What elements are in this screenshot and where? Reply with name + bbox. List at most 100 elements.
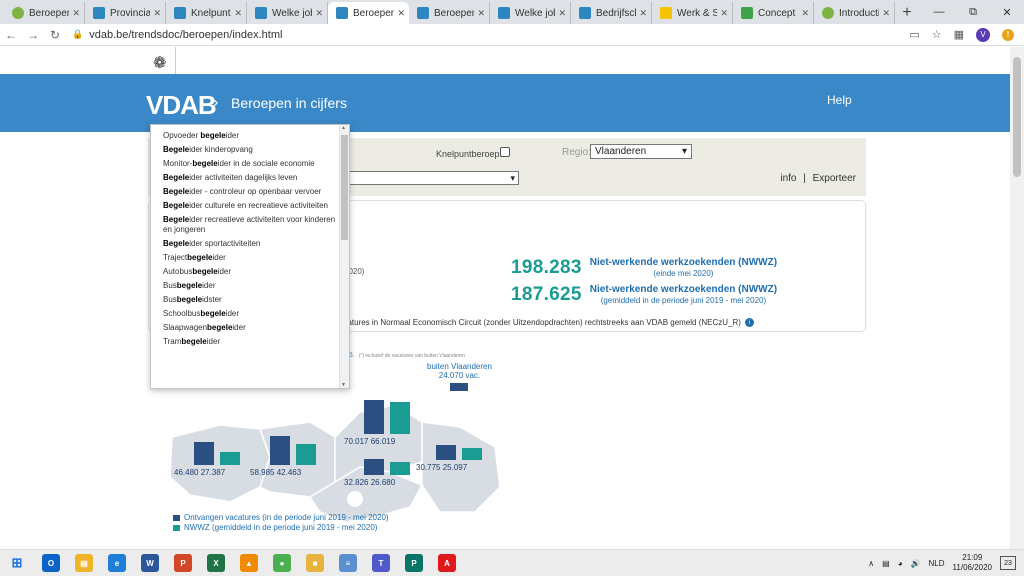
word-icon[interactable]: W xyxy=(141,554,159,572)
bar-nwwz[interactable] xyxy=(220,452,240,465)
export-link[interactable]: Exporteer xyxy=(813,173,856,184)
browser-tab[interactable]: Welke job ✕ xyxy=(247,2,328,24)
browser-tab[interactable]: Bedrijfsclu ✕ xyxy=(571,2,652,24)
forward-icon[interactable]: → xyxy=(22,28,44,42)
autocomplete-item[interactable]: Begeleider recreatieve activiteiten voor… xyxy=(151,215,349,235)
bar-nwwz[interactable] xyxy=(390,402,410,434)
back-icon[interactable]: ← xyxy=(0,28,22,42)
powerpoint-icon[interactable]: P xyxy=(174,554,192,572)
bar-nwwz[interactable] xyxy=(462,448,482,460)
network-icon[interactable]: ▤ xyxy=(882,559,890,568)
acrobat-icon[interactable]: A xyxy=(438,554,456,572)
bar-vacatures[interactable] xyxy=(436,445,456,460)
autocomplete-item[interactable]: Trajectbegeleider xyxy=(151,253,349,263)
scrollbar-thumb[interactable] xyxy=(1013,57,1021,177)
scroll-up-icon[interactable]: ▲ xyxy=(341,125,346,131)
secondary-select[interactable]: ▾ xyxy=(348,171,519,185)
tab-close-icon[interactable]: ✕ xyxy=(882,8,890,19)
map-region-brussels[interactable] xyxy=(347,491,363,507)
bar-nwwz[interactable] xyxy=(296,444,316,465)
autocomplete-item[interactable]: Busbegeleidster xyxy=(151,295,349,305)
tab-close-icon[interactable]: ✕ xyxy=(477,8,485,19)
tab-close-icon[interactable]: ✕ xyxy=(72,8,80,19)
browser-tab[interactable]: Knelpuntbe ✕ xyxy=(166,2,247,24)
restore-icon[interactable]: ⧉ xyxy=(956,0,990,24)
autocomplete-item[interactable]: Schoolbusbegeleider xyxy=(151,309,349,319)
new-tab-button[interactable]: + xyxy=(895,2,919,24)
dropdown-scrollbar-thumb[interactable] xyxy=(341,135,348,240)
url-field[interactable]: 🔒 vdab.be/trendsdoc/beroepen/index.html xyxy=(72,29,909,41)
bar-vacatures[interactable] xyxy=(270,436,290,465)
chrome-icon[interactable]: ● xyxy=(273,554,291,572)
bar-nwwz[interactable] xyxy=(390,462,410,475)
autocomplete-item[interactable]: Trambegeleider xyxy=(151,337,349,347)
vdab-logo[interactable]: VDAB xyxy=(146,90,217,121)
tab-close-icon[interactable]: ✕ xyxy=(720,8,728,19)
bar-buiten-vlaanderen[interactable] xyxy=(450,383,468,391)
autocomplete-item[interactable]: Begeleider activiteiten dagelijks leven xyxy=(151,173,349,183)
page-title[interactable]: Beroepen in cijfers xyxy=(231,95,347,111)
minimize-icon[interactable]: — xyxy=(922,0,956,24)
file-explorer-icon[interactable]: ▤ xyxy=(75,554,93,572)
browser-tab[interactable]: Werk & So ✕ xyxy=(652,2,733,24)
tab-close-icon[interactable]: ✕ xyxy=(558,8,566,19)
reload-icon[interactable]: ↻ xyxy=(44,28,66,42)
extension-icon[interactable]: ▦ xyxy=(954,28,964,41)
volume-icon[interactable]: 🔊 xyxy=(911,559,921,568)
tab-close-icon[interactable]: ✕ xyxy=(234,8,242,19)
clock[interactable]: 21:09 11/06/2020 xyxy=(953,553,992,573)
knelpunt-checkbox[interactable] xyxy=(500,147,510,157)
tab-close-icon[interactable]: ✕ xyxy=(315,8,323,19)
excel-icon[interactable]: X xyxy=(207,554,225,572)
browser-tab[interactable]: Concept N ✕ xyxy=(733,2,814,24)
bar-vacatures[interactable] xyxy=(364,459,384,475)
folder-icon[interactable]: ■ xyxy=(306,554,324,572)
autocomplete-item[interactable]: Begeleider sportactiviteiten xyxy=(151,239,349,249)
autocomplete-item[interactable]: Autobusbegeleider xyxy=(151,267,349,277)
scroll-down-icon[interactable]: ▼ xyxy=(341,382,346,388)
tab-close-icon[interactable]: ✕ xyxy=(153,8,161,19)
tab-close-icon[interactable]: ✕ xyxy=(639,8,647,19)
autocomplete-item[interactable]: Busbegeleider xyxy=(151,281,349,291)
cast-icon[interactable]: ▭ xyxy=(909,28,919,41)
autocomplete-item[interactable]: Opvoeder begeleider xyxy=(151,131,349,141)
tab-close-icon[interactable]: ✕ xyxy=(397,8,405,19)
outlook-icon[interactable]: O xyxy=(42,554,60,572)
update-alert-icon[interactable]: ! xyxy=(1002,28,1014,41)
autocomplete-item[interactable]: Begeleider kinderopvang xyxy=(151,145,349,155)
autocomplete-item[interactable]: Slaapwagenbegeleider xyxy=(151,323,349,333)
publisher-icon[interactable]: P xyxy=(405,554,423,572)
notepad-icon[interactable]: ≡ xyxy=(339,554,357,572)
close-icon[interactable]: ✕ xyxy=(990,0,1024,24)
profile-avatar[interactable]: V xyxy=(976,27,990,42)
browser-tab[interactable]: Provinciaal ✕ xyxy=(85,2,166,24)
tab-title: Beroepen xyxy=(434,7,475,19)
notification-center-icon[interactable]: 23 xyxy=(1000,556,1016,570)
browser-tab[interactable]: Welke job ✕ xyxy=(490,2,571,24)
edge-icon[interactable]: e xyxy=(108,554,126,572)
language-indicator[interactable]: NLD xyxy=(929,559,945,568)
autocomplete-item[interactable]: Begeleider - controleur op openbaar verv… xyxy=(151,187,349,197)
teams-icon[interactable]: T xyxy=(372,554,390,572)
dropdown-scrollbar[interactable]: ▲ ▼ xyxy=(339,125,349,388)
browser-tab[interactable]: Introductie ✕ xyxy=(814,2,895,24)
bar-vacatures[interactable] xyxy=(194,442,214,465)
help-link[interactable]: Help xyxy=(827,93,852,107)
legend-swatch xyxy=(173,515,180,521)
autocomplete-item[interactable]: Begeleider culturele en recreatieve acti… xyxy=(151,201,349,211)
tray-chevron-icon[interactable]: ∧ xyxy=(868,559,874,568)
bar-vacatures[interactable] xyxy=(364,400,384,434)
info-link[interactable]: info xyxy=(780,173,796,184)
windows-start-icon[interactable]: ⊞ xyxy=(8,554,26,572)
bookmark-star-icon[interactable]: ☆ xyxy=(932,28,942,41)
browser-tab[interactable]: Beroepen ✕ xyxy=(409,2,490,24)
regio-select[interactable]: Vlaanderen ▾ xyxy=(590,144,692,159)
info-icon[interactable]: i xyxy=(744,318,754,327)
browser-tab[interactable]: Beroepen ✕ xyxy=(328,2,409,24)
wifi-icon[interactable]: ◕ xyxy=(898,559,903,568)
page-scrollbar[interactable] xyxy=(1010,47,1024,549)
autocomplete-item[interactable]: Monitor-begeleider in de sociale economi… xyxy=(151,159,349,169)
vlc-icon[interactable]: ▲ xyxy=(240,554,258,572)
browser-tab[interactable]: Beroepen ✕ xyxy=(4,2,85,24)
tab-close-icon[interactable]: ✕ xyxy=(801,8,809,19)
